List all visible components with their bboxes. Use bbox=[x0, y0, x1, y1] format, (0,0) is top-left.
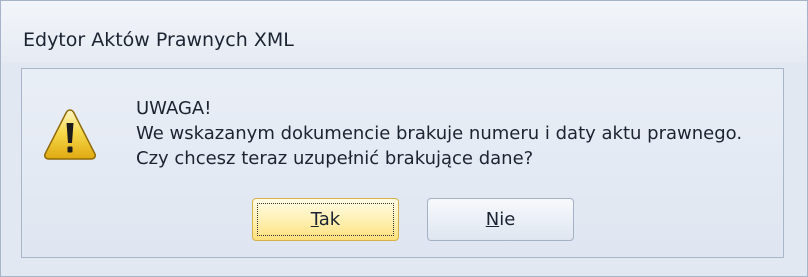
warning-icon bbox=[44, 109, 96, 160]
yes-button-label: Tak bbox=[311, 209, 340, 230]
yes-label-rest: ak bbox=[318, 209, 341, 230]
no-mnemonic: N bbox=[485, 209, 500, 230]
yes-mnemonic: T bbox=[310, 209, 319, 230]
no-button-label: Nie bbox=[486, 209, 516, 230]
message-line-2: Czy chcesz teraz uzupełnić brakujące dan… bbox=[136, 148, 534, 169]
no-button[interactable]: Nie bbox=[427, 198, 574, 241]
message-text: UWAGA! We wskazanym dokumencie brakuje n… bbox=[136, 96, 742, 171]
no-label-rest: ie bbox=[499, 209, 516, 230]
yes-button[interactable]: Tak bbox=[252, 198, 399, 241]
message-line-1: We wskazanym dokumencie brakuje numeru i… bbox=[136, 123, 743, 144]
title-bar[interactable]: Edytor Aktów Prawnych XML bbox=[1, 1, 807, 63]
message-heading: UWAGA! bbox=[136, 98, 212, 119]
dialog-content-panel: UWAGA! We wskazanym dokumencie brakuje n… bbox=[21, 68, 784, 258]
window-title: Edytor Aktów Prawnych XML bbox=[23, 29, 294, 51]
dialog-window: Edytor Aktów Prawnych XML UWAGA! We wska… bbox=[0, 0, 808, 277]
